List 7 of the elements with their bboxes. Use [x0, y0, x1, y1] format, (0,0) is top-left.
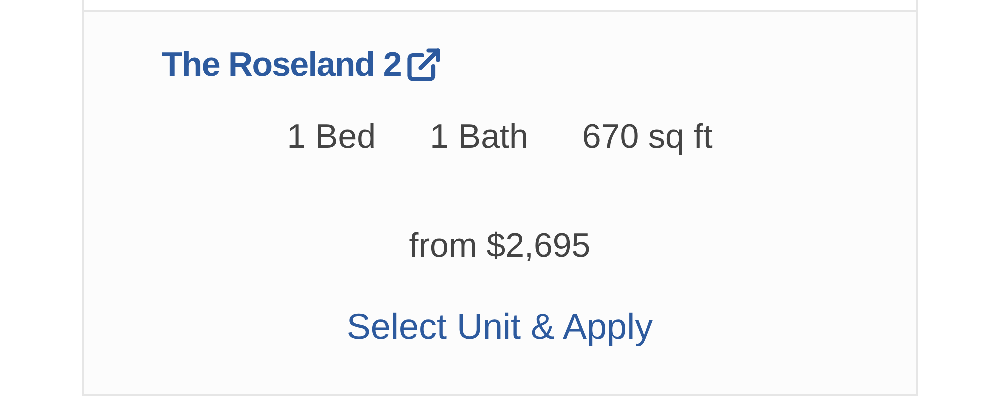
- listing-title[interactable]: The Roseland 2: [162, 48, 402, 82]
- spec-text: 1 Bed: [287, 120, 376, 154]
- spec-text: 1 Bath: [430, 120, 528, 154]
- external-link-icon[interactable]: [405, 46, 444, 84]
- price-text: from $2,695: [409, 229, 591, 263]
- spec-text: 670 sq ft: [582, 120, 713, 154]
- select-unit-link[interactable]: Select Unit & Apply: [346, 309, 654, 345]
